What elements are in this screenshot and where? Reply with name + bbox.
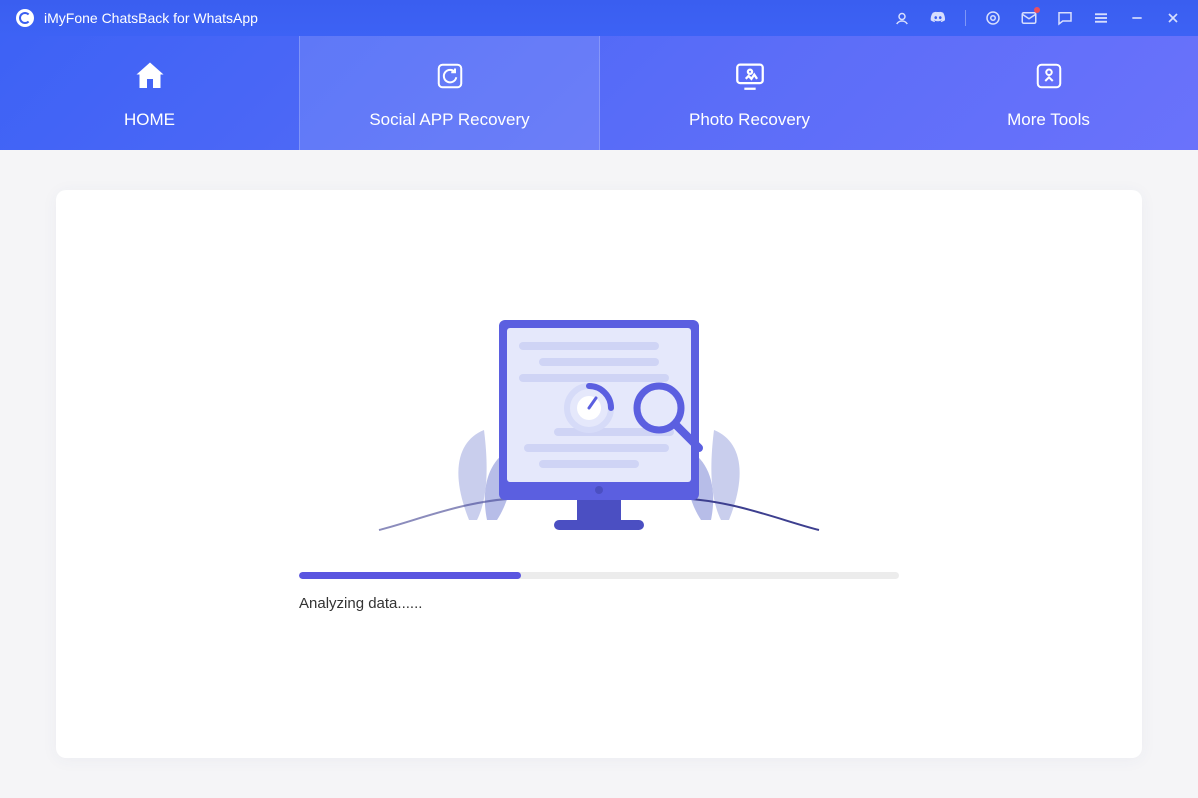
discord-icon[interactable] <box>929 9 947 27</box>
tab-home[interactable]: HOME <box>0 36 299 150</box>
photo-monitor-icon <box>730 56 770 96</box>
mail-icon[interactable] <box>1020 9 1038 27</box>
tab-photo-recovery[interactable]: Photo Recovery <box>600 36 899 150</box>
close-icon[interactable] <box>1164 9 1182 27</box>
tab-label: Photo Recovery <box>689 110 810 130</box>
tab-label: More Tools <box>1007 110 1090 130</box>
analyzing-illustration <box>359 320 839 540</box>
chat-icon[interactable] <box>1056 9 1074 27</box>
titlebar: iMyFone ChatsBack for WhatsApp <box>0 0 1198 36</box>
user-headset-icon[interactable] <box>893 9 911 27</box>
home-icon <box>130 56 170 96</box>
content-area: Analyzing data...... <box>0 150 1198 798</box>
progress-card: Analyzing data...... <box>56 190 1142 758</box>
target-icon[interactable] <box>984 9 1002 27</box>
notification-dot <box>1034 7 1040 13</box>
app-logo-icon <box>16 9 34 27</box>
tab-more-tools[interactable]: More Tools <box>899 36 1198 150</box>
tab-social-app-recovery[interactable]: Social APP Recovery <box>299 36 600 150</box>
tab-label: HOME <box>124 110 175 130</box>
app-title: iMyFone ChatsBack for WhatsApp <box>44 10 258 26</box>
refresh-icon <box>430 56 470 96</box>
tab-label: Social APP Recovery <box>369 110 529 130</box>
menu-icon[interactable] <box>1092 9 1110 27</box>
status-text: Analyzing data...... <box>299 595 899 612</box>
minimize-icon[interactable] <box>1128 9 1146 27</box>
progress-fill <box>299 572 521 579</box>
tools-icon <box>1029 56 1069 96</box>
titlebar-divider <box>965 10 966 26</box>
progress-bar <box>299 572 899 579</box>
main-nav: HOME Social APP Recovery Photo Recovery … <box>0 36 1198 150</box>
